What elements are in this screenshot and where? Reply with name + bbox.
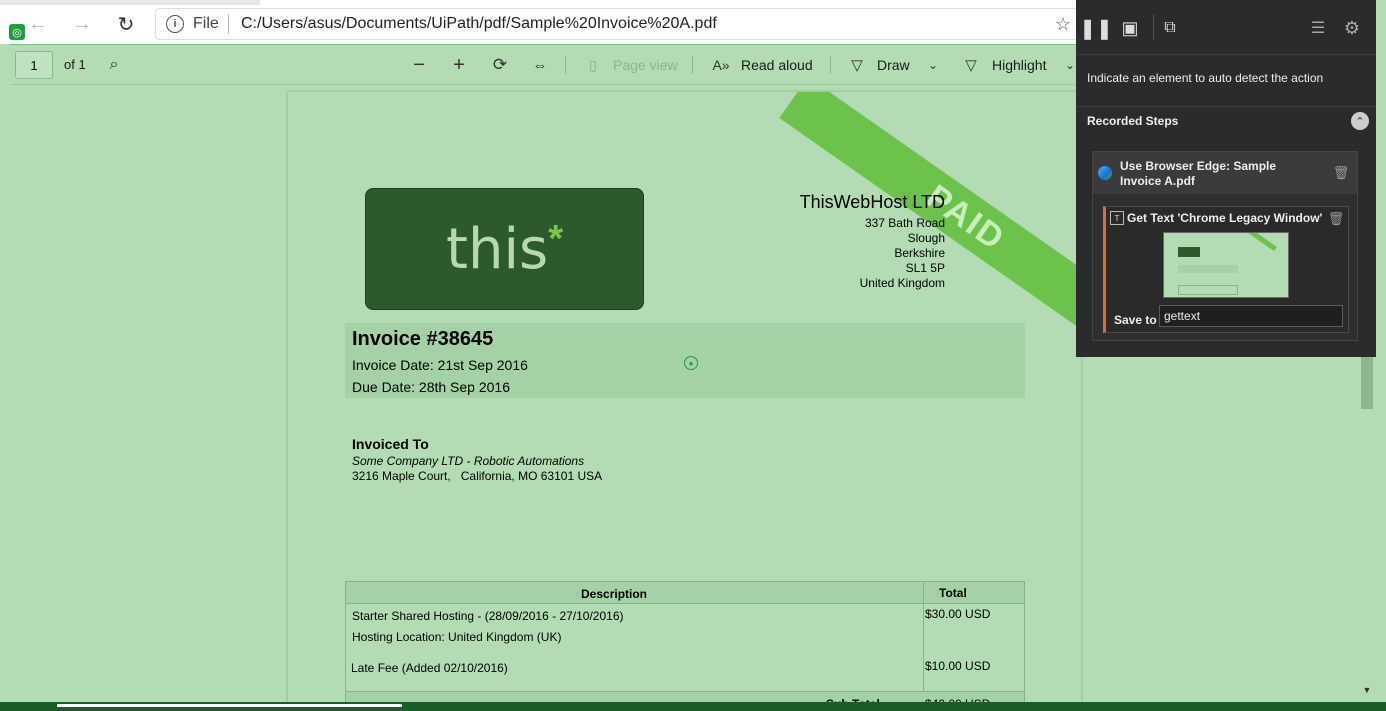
refresh-icon[interactable]: ↻ [114,12,138,36]
items-table: Description Total Starter Shared Hosting… [345,581,1025,705]
page-total: of 1 [64,57,86,72]
total-header: Total [939,586,967,600]
horizontal-scroll-indicator [57,704,402,707]
taskbar [0,702,1386,711]
description-header: Description [581,587,648,601]
tab-strip [0,0,260,5]
save-icon[interactable]: ▣ [1118,16,1142,40]
step-browser-card[interactable]: Use Browser Edge: Sample Invoice A.pdf 🗑… [1092,151,1358,341]
due-date: Due Date: 28th Sep 2016 [352,379,511,395]
scroll-down-icon[interactable]: ▼ [1361,684,1373,696]
indicate-hint: Indicate an element to auto detect the a… [1087,71,1324,85]
logo-text: this [446,216,549,282]
forward-icon[interactable]: → [70,12,94,36]
draw-chevron-down-icon[interactable]: ⌄ [924,55,942,75]
target-crosshair-icon: ● [684,356,698,370]
draw-button[interactable]: Draw [877,57,910,73]
read-aloud-icon: A» [712,57,730,73]
thumb-logo [1178,247,1200,257]
toolbar-separator [830,56,831,74]
row-description: Hosting Location: United Kingdom (UK) [352,630,562,644]
invoice-number: Invoice #38645 [352,328,494,350]
url-text[interactable]: C:/Users/asus/Documents/UiPath/pdf/Sampl… [241,15,717,33]
edge-browser-icon [1098,166,1112,180]
toolbar-separator [565,56,566,74]
company-logo: this * [365,188,644,310]
url-field[interactable]: i File C:/Users/asus/Documents/UiPath/pd… [155,8,1080,40]
row-description: Late Fee (Added 02/10/2016) [351,661,508,675]
draw-icon: ▽ [851,57,863,74]
company-name: ThisWebHost LTD [799,192,945,212]
invoiced-to-heading: Invoiced To [352,436,429,452]
save-to-input[interactable]: gettext [1159,305,1343,327]
search-icon[interactable]: ⌕ [103,54,125,76]
address-line: 337 Bath Road [864,216,945,230]
window-icon[interactable]: ⧉ [1158,16,1182,40]
zoom-in-icon[interactable]: + [448,54,470,76]
recorded-steps-title: Recorded Steps [1087,114,1179,128]
panel-divider [1076,106,1376,107]
rotate-icon[interactable]: ⟳ [489,54,511,76]
vertical-scrollbar[interactable]: ▼ [1361,0,1386,711]
client-name: Some Company LTD - Robotic Automations [352,454,585,468]
save-to-label: Save to [1114,313,1157,327]
info-icon[interactable]: i [166,15,184,33]
address-divider [228,14,229,34]
favorite-star-icon[interactable]: ☆ [1053,14,1073,34]
zoom-out-icon[interactable]: − [408,54,430,76]
page-view-button[interactable]: Page view [613,57,678,73]
highlight-icon: ▽ [965,57,977,74]
row-total: $10.00 USD [925,659,991,673]
step-gettext-label: Get Text 'Chrome Legacy Window' [1127,211,1323,225]
highlight-chevron-down-icon[interactable]: ⌄ [1064,55,1076,75]
company-address-block: ThisWebHost LTD 337 Bath Road Slough Ber… [800,192,945,291]
address-prefix: File [193,15,219,32]
address-line: SL1 5P [905,261,945,275]
invoice-date: Invoice Date: 21st Sep 2016 [352,357,528,373]
collapse-chevron-up-icon[interactable]: ⌃ [1351,112,1369,130]
address-line: Slough [907,231,945,245]
scrollbar-thumb[interactable] [1361,357,1373,409]
page-number-input[interactable]: 1 [15,51,53,79]
recorder-panel: ❚❚ ▣ ⧉ ☰ ⚙ Indicate an element to auto d… [1076,0,1376,357]
uipath-recording-icon: ◎ [9,24,25,40]
client-address: 3216 Maple Court, California, MO 63101 U… [352,469,603,483]
row-total: $30.00 USD [925,607,991,621]
panel-toolbar-separator [1153,14,1154,40]
element-screenshot-thumbnail [1163,232,1289,298]
logo-star: * [548,217,563,260]
step-gettext-card[interactable]: T Get Text 'Chrome Legacy Window' 🗑 Save… [1103,206,1349,333]
steps-list-icon[interactable]: ☰ [1306,16,1330,40]
fit-width-icon[interactable]: ⇔ [529,54,551,76]
settings-gear-icon[interactable]: ⚙ [1340,16,1364,40]
pdf-toolbar: 1 of 1 ⌕ − + ⟳ ⇔ ▯ Page view A» Read alo… [10,44,1076,85]
step-browser-header: Use Browser Edge: Sample Invoice A.pdf 🗑 [1093,152,1357,194]
pdf-page: PAID this * ThisWebHost LTD 337 Bath Roa… [288,92,1081,705]
thumb-header-box [1178,265,1238,273]
toolbar-separator [692,56,693,74]
address-line: United Kingdom [859,276,945,290]
delete-trash-icon[interactable]: 🗑 [1328,211,1345,227]
column-divider [923,582,924,705]
thumb-paid-banner [1241,233,1277,252]
step-browser-label: Use Browser Edge: Sample Invoice A.pdf [1120,159,1277,188]
get-text-icon: T [1110,211,1124,225]
thumb-table [1178,285,1238,295]
recorder-toolbar: ❚❚ ▣ ⧉ ☰ ⚙ [1076,0,1376,55]
left-edge [0,44,10,711]
read-aloud-button[interactable]: Read aloud [741,57,813,73]
back-icon[interactable]: ← [26,12,50,36]
row-description: Starter Shared Hosting - (28/09/2016 - 2… [352,609,624,623]
highlight-button[interactable]: Highlight [992,57,1046,73]
pause-icon[interactable]: ❚❚ [1079,16,1113,40]
invoice-header-box: Invoice #38645 Invoice Date: 21st Sep 20… [345,323,1025,398]
page-view-icon: ▯ [589,56,597,73]
delete-trash-icon[interactable]: 🗑 [1333,165,1350,181]
address-line: Berkshire [894,246,945,260]
